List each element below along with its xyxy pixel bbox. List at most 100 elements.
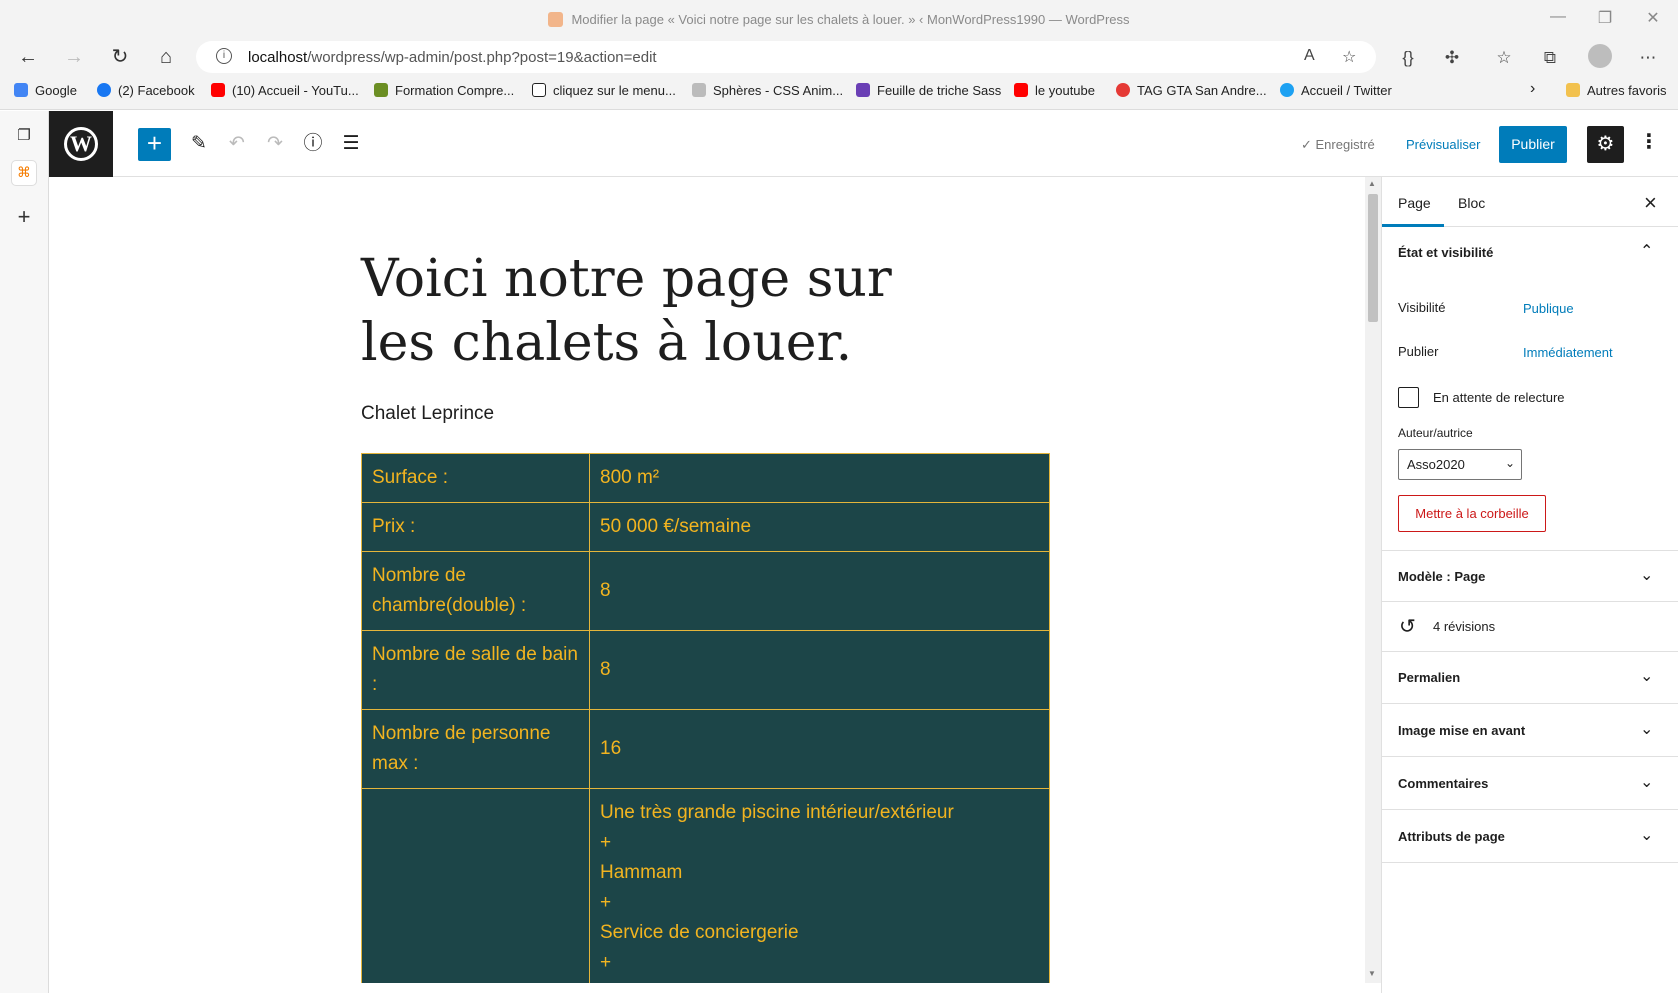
- active-tab-xampp-icon[interactable]: ⌘: [12, 161, 36, 185]
- table-cell-value[interactable]: Une très grande piscine intérieur/extéri…: [589, 788, 1050, 983]
- section-featured-image[interactable]: Image mise en avant ⌄: [1382, 705, 1678, 757]
- browser-side-rail: ❐ ⌘ +: [0, 111, 49, 993]
- editor-canvas: Voici notre page sur les chalets à louer…: [49, 177, 1365, 983]
- details-info-icon[interactable]: ⓘ: [300, 131, 326, 157]
- tab-block[interactable]: Bloc: [1458, 195, 1485, 211]
- collections-icon[interactable]: ⧉: [1538, 48, 1562, 68]
- section-title: Commentaires: [1398, 776, 1489, 791]
- close-sidebar-icon[interactable]: ×: [1644, 190, 1657, 216]
- extensions-puzzle-icon[interactable]: ✣: [1440, 48, 1464, 68]
- bookmark-label: Autres favoris: [1587, 83, 1667, 98]
- scrollbar-thumb[interactable]: [1368, 194, 1378, 322]
- profile-avatar-icon[interactable]: [1588, 44, 1612, 68]
- section-status-visibility[interactable]: État et visibilité ⌃: [1382, 227, 1678, 279]
- window-title-text: Modifier la page « Voici notre page sur …: [571, 12, 1130, 27]
- editor-header: W + ✎ ↶ ↷ ⓘ ☰ ✓ Enregistré Prévisualiser…: [49, 111, 1678, 177]
- minimize-icon[interactable]: —: [1535, 8, 1581, 26]
- redo-icon[interactable]: ↷: [262, 131, 288, 157]
- canvas-scrollbar[interactable]: ▲ ▼: [1365, 177, 1381, 983]
- visibility-toggle[interactable]: Publique: [1523, 301, 1574, 316]
- more-options-icon[interactable]: ⋮: [1639, 129, 1659, 154]
- add-favorite-icon[interactable]: ☆: [1342, 47, 1356, 67]
- table-row[interactable]: Surface : 800 m²: [361, 453, 1050, 503]
- site-info-icon[interactable]: i: [216, 48, 232, 64]
- paragraph-block[interactable]: Chalet Leprince: [361, 403, 494, 425]
- section-comments[interactable]: Commentaires ⌄: [1382, 758, 1678, 810]
- codepen-icon: [532, 83, 546, 97]
- section-page-attributes[interactable]: Attributs de page ⌄: [1382, 811, 1678, 863]
- address-url[interactable]: localhost/wordpress/wp-admin/post.php?po…: [248, 49, 657, 66]
- refresh-icon[interactable]: ↻: [106, 44, 134, 72]
- home-icon[interactable]: ⌂: [152, 44, 180, 72]
- bookmark-youtube-accueil[interactable]: (10) Accueil - YouTu...: [211, 83, 359, 98]
- browser-menu-icon[interactable]: ⋯: [1636, 48, 1660, 68]
- back-icon[interactable]: ←: [14, 44, 42, 72]
- bookmark-le-youtube[interactable]: le youtube: [1014, 83, 1095, 98]
- table-cell-label[interactable]: Surface :: [361, 453, 590, 503]
- visibility-label: Visibilité: [1398, 300, 1446, 315]
- settings-gear-icon[interactable]: ⚙: [1587, 126, 1624, 163]
- table-cell-value[interactable]: 800 m²: [589, 453, 1050, 503]
- bookmark-formation[interactable]: Formation Compre...: [374, 83, 514, 98]
- table-row[interactable]: Prix : 50 000 €/semaine: [361, 502, 1050, 552]
- read-aloud-icon[interactable]: A: [1304, 47, 1315, 65]
- table-row[interactable]: Nombre de personne max : 16: [361, 709, 1050, 789]
- chevron-down-icon: ⌄: [1640, 668, 1654, 685]
- revisions-link[interactable]: ↺ 4 révisions: [1382, 602, 1678, 652]
- table-cell-value[interactable]: 8: [589, 551, 1050, 631]
- section-template[interactable]: Modèle : Page ⌄: [1382, 550, 1678, 602]
- pending-review-label[interactable]: En attente de relecture: [1433, 390, 1565, 405]
- author-select[interactable]: Asso2020 ⌄: [1398, 449, 1522, 480]
- wordpress-logo[interactable]: W: [49, 111, 113, 177]
- tab-actions-icon[interactable]: ❐: [12, 125, 36, 149]
- bookmark-label: Sphères - CSS Anim...: [713, 83, 844, 98]
- address-bar[interactable]: i localhost/wordpress/wp-admin/post.php?…: [196, 41, 1376, 73]
- new-tab-plus-icon[interactable]: +: [12, 206, 36, 230]
- bookmark-facebook[interactable]: (2) Facebook: [97, 83, 195, 98]
- bookmark-codepen[interactable]: cliquez sur le menu...: [532, 83, 676, 98]
- bookmark-gta[interactable]: TAG GTA San Andre...: [1116, 83, 1267, 98]
- close-window-icon[interactable]: ✕: [1630, 8, 1676, 28]
- tab-page[interactable]: Page: [1398, 195, 1431, 211]
- extension-braces-icon[interactable]: {}: [1396, 48, 1420, 68]
- scroll-down-icon[interactable]: ▼: [1368, 969, 1376, 978]
- undo-icon[interactable]: ↶: [224, 131, 250, 157]
- browser-title-bar: Modifier la page « Voici notre page sur …: [0, 0, 1678, 40]
- forward-icon[interactable]: →: [60, 44, 88, 72]
- preview-button[interactable]: Prévisualiser: [1406, 137, 1480, 152]
- table-cell-label[interactable]: [361, 788, 590, 983]
- bookmark-google[interactable]: Google: [14, 83, 77, 98]
- publish-date-toggle[interactable]: Immédiatement: [1523, 345, 1613, 360]
- post-title[interactable]: Voici notre page sur les chalets à louer…: [361, 247, 921, 375]
- restore-icon[interactable]: ❐: [1582, 8, 1628, 28]
- amenity-separator: +: [600, 952, 612, 973]
- table-cell-label[interactable]: Nombre de chambre(double) :: [361, 551, 590, 631]
- table-cell-label[interactable]: Nombre de salle de bain :: [361, 630, 590, 710]
- add-block-button[interactable]: +: [138, 128, 171, 161]
- favorites-icon[interactable]: ☆: [1492, 48, 1516, 68]
- bookmarks-overflow-chevron-icon[interactable]: ›: [1530, 80, 1535, 98]
- bookmark-spheres[interactable]: Sphères - CSS Anim...: [692, 83, 843, 98]
- table-cell-value[interactable]: 8: [589, 630, 1050, 710]
- bookmark-twitter[interactable]: Accueil / Twitter: [1280, 83, 1392, 98]
- table-cell-label[interactable]: Prix :: [361, 502, 590, 552]
- table-cell-label[interactable]: Nombre de personne max :: [361, 709, 590, 789]
- table-row[interactable]: Nombre de chambre(double) : 8: [361, 551, 1050, 631]
- bookmark-sass[interactable]: Feuille de triche Sass: [856, 83, 1001, 98]
- bookmark-other-favorites[interactable]: Autres favoris: [1566, 83, 1666, 98]
- google-icon: [14, 83, 28, 97]
- details-table[interactable]: Surface : 800 m² Prix : 50 000 €/semaine…: [361, 453, 1050, 983]
- scroll-up-icon[interactable]: ▲: [1368, 179, 1376, 188]
- section-permalink[interactable]: Permalien ⌄: [1382, 652, 1678, 704]
- table-cell-value[interactable]: 50 000 €/semaine: [589, 502, 1050, 552]
- publish-button[interactable]: Publier: [1499, 126, 1567, 163]
- xampp-favicon-icon: [548, 12, 564, 27]
- edit-tools-pencil-icon[interactable]: ✎: [186, 131, 212, 157]
- table-row[interactable]: Nombre de salle de bain : 8: [361, 630, 1050, 710]
- amenity-separator: +: [600, 832, 612, 853]
- move-to-trash-button[interactable]: Mettre à la corbeille: [1398, 495, 1546, 532]
- list-view-icon[interactable]: ☰: [338, 131, 364, 157]
- table-cell-value[interactable]: 16: [589, 709, 1050, 789]
- table-row[interactable]: Une très grande piscine intérieur/extéri…: [361, 788, 1050, 983]
- pending-review-checkbox[interactable]: [1398, 387, 1419, 408]
